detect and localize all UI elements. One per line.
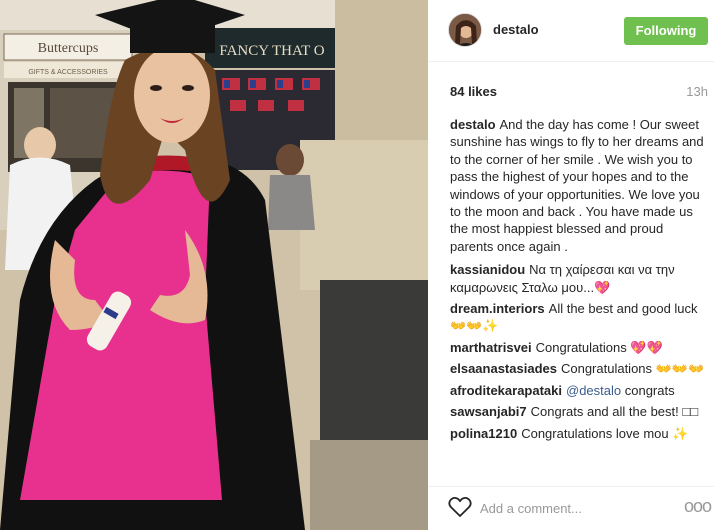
- likes-count[interactable]: 84 likes: [450, 84, 497, 99]
- comment-mention[interactable]: @destalo: [566, 383, 621, 398]
- comments-list[interactable]: destalo And the day has come ! Our sweet …: [450, 116, 708, 484]
- comment-author[interactable]: elsaanastasiades: [450, 361, 557, 376]
- comment-item: sawsanjabi7 Congrats and all the best! □□: [450, 403, 708, 420]
- comment-author[interactable]: dream.interiors: [450, 301, 545, 316]
- comment-author[interactable]: destalo: [450, 117, 496, 132]
- comment-item: afroditekarapataki @destalo congrats: [450, 382, 708, 399]
- comment-item: marthatrisvei Congratulations 💖💖: [450, 339, 708, 356]
- avatar-image: [449, 14, 481, 46]
- comment-text: Congratulations 💖💖: [535, 339, 663, 355]
- comment-text: congrats: [621, 382, 675, 398]
- post-header: destalo Following: [428, 0, 714, 62]
- post-side-panel: destalo Following 84 likes 13h destalo An…: [428, 0, 714, 530]
- comment-author[interactable]: afroditekarapataki: [450, 383, 562, 398]
- post-footer: ooo: [428, 486, 714, 530]
- comment-text: And the day has come ! Our sweet sunshin…: [450, 117, 704, 254]
- comment-text: Congratulations love mou ✨: [521, 425, 689, 441]
- caption-comment: destalo And the day has come ! Our sweet …: [450, 116, 708, 255]
- more-options-icon[interactable]: ooo: [684, 496, 712, 516]
- comment-author[interactable]: polina1210: [450, 426, 517, 441]
- comment-author[interactable]: sawsanjabi7: [450, 404, 527, 419]
- post-meta: 84 likes 13h: [450, 84, 708, 100]
- add-comment-input[interactable]: [480, 498, 670, 518]
- post-timestamp[interactable]: 13h: [686, 84, 708, 99]
- comment-text: Congrats and all the best! □□: [530, 404, 699, 420]
- profile-avatar-icon[interactable]: [448, 13, 482, 47]
- comment-item: dream.interiors All the best and good luc…: [450, 300, 708, 335]
- shop-sign-fancy: FANCY THAT O: [219, 43, 324, 59]
- post-photo[interactable]: Buttercups GIFTS & ACCESSORIES FANCY THA…: [0, 0, 428, 530]
- post-author-username[interactable]: destalo: [493, 22, 539, 37]
- comment-author[interactable]: kassianidou: [450, 262, 525, 277]
- heart-outline-icon[interactable]: [448, 496, 472, 518]
- shop-sign-buttercups: Buttercups: [38, 41, 99, 56]
- graduation-photo-illustration: Buttercups GIFTS & ACCESSORIES FANCY THA…: [0, 0, 428, 530]
- following-button[interactable]: Following: [624, 17, 708, 45]
- comment-item: kassianidou Να τη χαίρεσαι και να την καμ…: [450, 261, 708, 296]
- comment-text: Congratulations 👐👐👐: [560, 361, 705, 377]
- shop-sign-sub: GIFTS & ACCESSORIES: [28, 69, 108, 76]
- comment-author[interactable]: marthatrisvei: [450, 340, 532, 355]
- comment-item: elsaanastasiades Congratulations 👐👐👐: [450, 360, 708, 377]
- comment-item: polina1210 Congratulations love mou ✨: [450, 425, 708, 442]
